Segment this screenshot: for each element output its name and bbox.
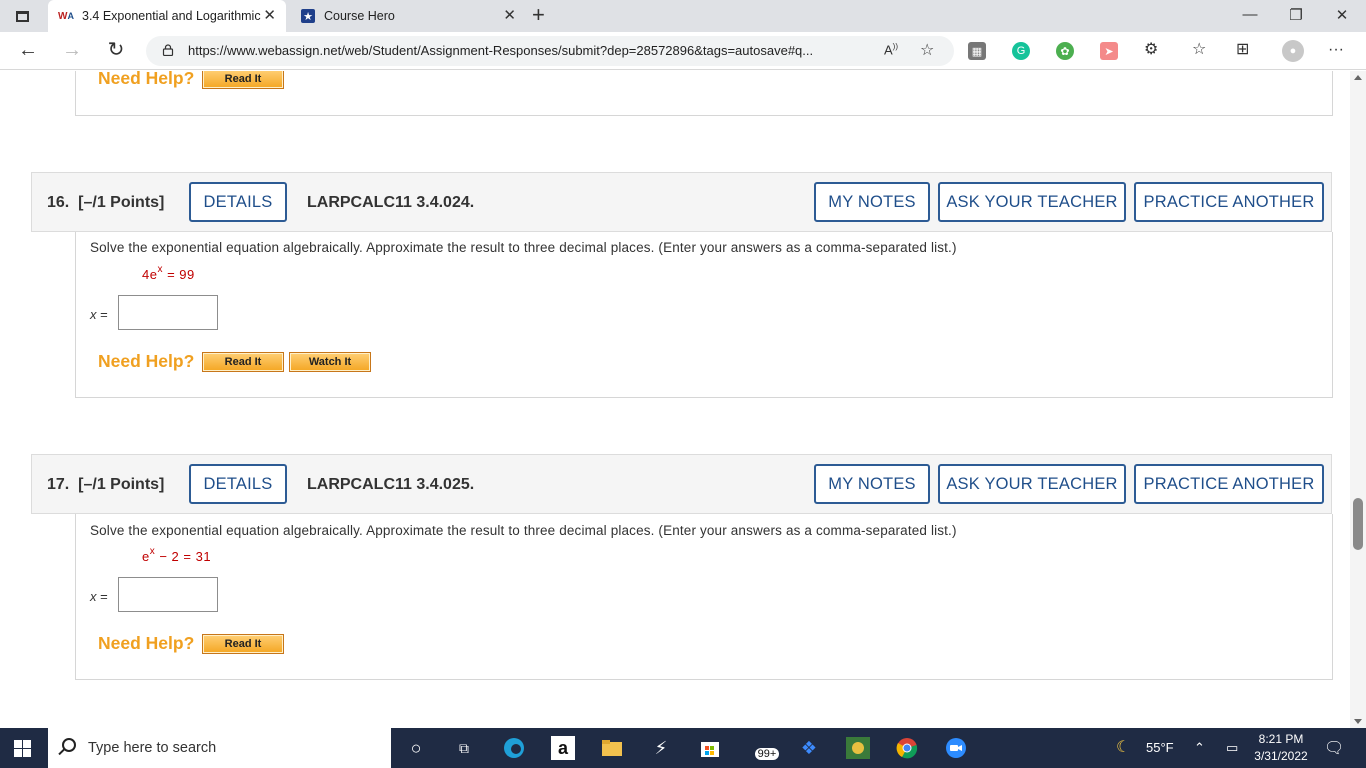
edge-icon[interactable] (502, 736, 526, 760)
clock-date: 3/31/2022 (1254, 749, 1308, 763)
new-tab-icon[interactable]: + (532, 3, 545, 27)
question-instruction: Solve the exponential equation algebraic… (90, 523, 957, 538)
favorites-icon[interactable]: ☆ (1192, 41, 1206, 59)
question-code: LARPCALC11 3.4.025. (307, 476, 475, 493)
forward-icon[interactable]: → (60, 40, 84, 60)
collections-ext-icon[interactable]: ▦ (968, 42, 986, 60)
windows-taskbar: Type here to search ○ ⧉ a ⚡ 99+ ❖ ☾ 55°F… (0, 728, 1366, 768)
add-favorite-icon[interactable]: ☆ (920, 40, 934, 60)
task-view-icon[interactable]: ⧉ (452, 736, 476, 760)
tab-label: 3.4 Exponential and Logarithmic (82, 9, 261, 23)
close-tab-icon[interactable]: ✕ (263, 8, 276, 24)
question-17-body (75, 514, 1333, 680)
tab-webassign[interactable]: WA 3.4 Exponential and Logarithmic ✕ (48, 0, 286, 32)
windows-start-icon[interactable] (14, 740, 31, 757)
need-help-label: Need Help? (98, 351, 195, 371)
search-icon (62, 738, 76, 752)
extensions-icon[interactable]: ⚙ (1144, 41, 1158, 59)
restore-icon[interactable]: ❐ (1286, 6, 1306, 24)
question-number: 16. [–/1 Points] (47, 194, 165, 211)
my-notes-button[interactable]: MY NOTES (814, 464, 930, 504)
page-scrollbar[interactable] (1350, 71, 1366, 728)
answer-label: x = (90, 307, 108, 322)
zoom-icon[interactable] (944, 736, 968, 760)
practice-another-button[interactable]: PRACTICE ANOTHER (1134, 464, 1324, 504)
refresh-icon[interactable]: ↻ (104, 40, 128, 60)
my-notes-button[interactable]: MY NOTES (814, 182, 930, 222)
more-menu-icon[interactable]: ··· (1328, 41, 1344, 59)
weather-moon-icon: ☾ (1116, 739, 1131, 756)
watch-it-button[interactable]: Watch It (289, 352, 371, 372)
extension-bug-icon[interactable]: ✿ (1056, 42, 1074, 60)
tab-label: Course Hero (324, 9, 395, 23)
mail-icon[interactable]: 99+ (752, 736, 782, 760)
need-help-label: Need Help? (98, 71, 195, 88)
back-icon[interactable]: ← (16, 40, 40, 60)
lightning-app-icon[interactable]: ⚡ (649, 736, 673, 760)
battery-icon[interactable]: ▭ (1226, 740, 1238, 756)
minimize-icon[interactable]: — (1240, 6, 1260, 23)
close-tab-icon[interactable]: ✕ (503, 8, 516, 24)
search-placeholder: Type here to search (88, 740, 217, 756)
profile-avatar-icon[interactable]: ● (1282, 40, 1304, 62)
assignment-page: Need Help? Read It 16. [–/1 Points] DETA… (0, 71, 1350, 728)
scrollbar-thumb[interactable] (1353, 498, 1363, 550)
read-it-button[interactable]: Read It (202, 71, 284, 89)
details-button[interactable]: DETAILS (189, 464, 287, 504)
mail-badge: 99+ (754, 748, 780, 760)
course-hero-favicon-icon: ★ (300, 8, 316, 24)
chrome-icon[interactable] (895, 736, 919, 760)
equation: ex − 2 = 31 (142, 545, 212, 564)
read-aloud-icon[interactable]: A)) (884, 42, 898, 57)
equation: 4ex = 99 (142, 263, 195, 282)
answer-label: x = (90, 589, 108, 604)
browser-tab-bar: WA 3.4 Exponential and Logarithmic ✕ ★ C… (0, 0, 1366, 32)
file-explorer-icon[interactable] (600, 736, 624, 760)
amazon-icon[interactable]: a (551, 736, 575, 760)
read-it-button[interactable]: Read It (202, 352, 284, 372)
store-icon[interactable] (698, 736, 722, 760)
question-code: LARPCALC11 3.4.024. (307, 194, 475, 211)
need-help-label: Need Help? (98, 633, 195, 653)
question-number: 17. [–/1 Points] (47, 476, 165, 493)
lock-icon[interactable] (162, 44, 174, 56)
scroll-down-icon[interactable] (1354, 719, 1362, 724)
ask-your-teacher-button[interactable]: ASK YOUR TEACHER (938, 182, 1126, 222)
dropbox-icon[interactable]: ❖ (797, 736, 821, 760)
browser-toolbar: ← → ↻ https://www.webassign.net/web/Stud… (0, 32, 1366, 70)
question-17-header: 17. [–/1 Points] DETAILS LARPCALC11 3.4.… (31, 454, 1332, 514)
question-instruction: Solve the exponential equation algebraic… (90, 240, 957, 255)
details-button[interactable]: DETAILS (189, 182, 287, 222)
address-bar[interactable]: https://www.webassign.net/web/Student/As… (146, 36, 954, 66)
taskbar-clock[interactable]: 8:21 PM 3/31/2022 (1246, 731, 1316, 765)
read-it-button[interactable]: Read It (202, 634, 284, 654)
taskbar-search-box[interactable]: Type here to search (48, 728, 391, 768)
tab-course-hero[interactable]: ★ Course Hero ✕ (290, 0, 526, 32)
grammarly-icon[interactable]: G (1012, 42, 1030, 60)
answer-input[interactable] (118, 577, 218, 612)
extension-arrow-icon[interactable]: ➤ (1100, 42, 1118, 60)
collections-icon[interactable]: ⊞ (1236, 41, 1249, 59)
close-window-icon[interactable]: ✕ (1332, 6, 1352, 24)
game-icon[interactable] (846, 736, 870, 760)
url-text: https://www.webassign.net/web/Student/As… (188, 43, 814, 58)
tab-actions-icon[interactable] (10, 6, 34, 26)
notifications-icon[interactable]: 🗨 (1324, 738, 1344, 758)
clock-time: 8:21 PM (1258, 732, 1304, 746)
question-16-header: 16. [–/1 Points] DETAILS LARPCALC11 3.4.… (31, 172, 1332, 232)
weather-temp[interactable]: 55°F (1146, 740, 1174, 755)
scroll-up-icon[interactable] (1354, 75, 1362, 80)
ask-your-teacher-button[interactable]: ASK YOUR TEACHER (938, 464, 1126, 504)
webassign-favicon-icon: WA (58, 10, 74, 22)
show-hidden-icons-icon[interactable]: ⌃ (1194, 740, 1205, 756)
question-16-body (75, 232, 1333, 398)
svg-text:★: ★ (303, 11, 313, 23)
cortana-icon[interactable]: ○ (404, 736, 428, 760)
practice-another-button[interactable]: PRACTICE ANOTHER (1134, 182, 1324, 222)
answer-input[interactable] (118, 295, 218, 330)
